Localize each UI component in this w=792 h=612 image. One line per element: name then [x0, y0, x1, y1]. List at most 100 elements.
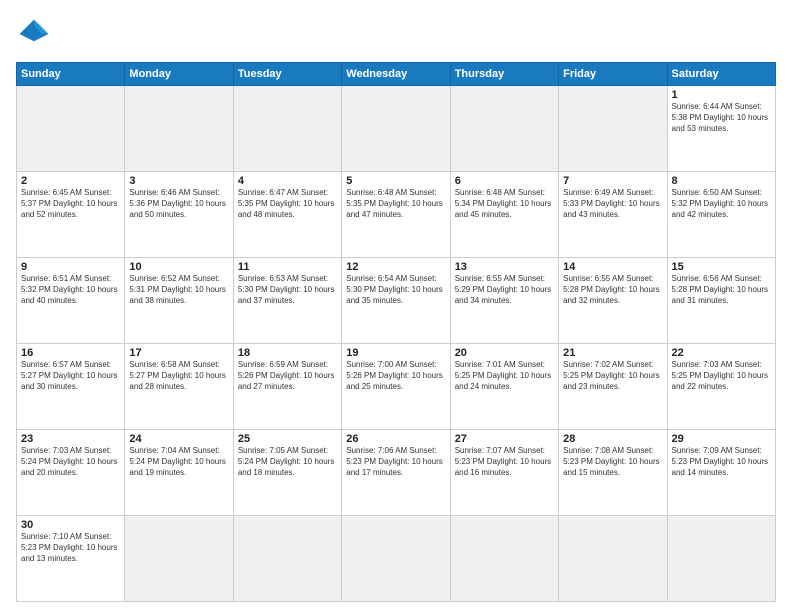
calendar-cell: 6Sunrise: 6:48 AM Sunset: 5:34 PM Daylig…	[450, 172, 558, 258]
calendar-cell	[559, 516, 667, 602]
day-number: 26	[346, 433, 445, 445]
day-info: Sunrise: 7:02 AM Sunset: 5:25 PM Dayligh…	[563, 360, 662, 392]
day-info: Sunrise: 6:48 AM Sunset: 5:34 PM Dayligh…	[455, 188, 554, 220]
logo	[16, 16, 56, 52]
day-info: Sunrise: 6:55 AM Sunset: 5:28 PM Dayligh…	[563, 274, 662, 306]
day-info: Sunrise: 7:00 AM Sunset: 5:26 PM Dayligh…	[346, 360, 445, 392]
calendar-cell	[233, 86, 341, 172]
calendar-cell	[342, 516, 450, 602]
calendar-cell: 15Sunrise: 6:56 AM Sunset: 5:28 PM Dayli…	[667, 258, 775, 344]
day-info: Sunrise: 6:46 AM Sunset: 5:36 PM Dayligh…	[129, 188, 228, 220]
day-number: 4	[238, 175, 337, 187]
day-info: Sunrise: 6:54 AM Sunset: 5:30 PM Dayligh…	[346, 274, 445, 306]
weekday-header-saturday: Saturday	[667, 63, 775, 86]
day-number: 23	[21, 433, 120, 445]
day-number: 12	[346, 261, 445, 273]
calendar-cell: 21Sunrise: 7:02 AM Sunset: 5:25 PM Dayli…	[559, 344, 667, 430]
calendar-cell: 18Sunrise: 6:59 AM Sunset: 5:26 PM Dayli…	[233, 344, 341, 430]
calendar-cell: 5Sunrise: 6:48 AM Sunset: 5:35 PM Daylig…	[342, 172, 450, 258]
day-number: 10	[129, 261, 228, 273]
calendar-cell: 20Sunrise: 7:01 AM Sunset: 5:25 PM Dayli…	[450, 344, 558, 430]
day-info: Sunrise: 6:52 AM Sunset: 5:31 PM Dayligh…	[129, 274, 228, 306]
calendar-cell	[667, 516, 775, 602]
calendar-cell: 3Sunrise: 6:46 AM Sunset: 5:36 PM Daylig…	[125, 172, 233, 258]
day-number: 22	[672, 347, 771, 359]
calendar-cell: 9Sunrise: 6:51 AM Sunset: 5:32 PM Daylig…	[17, 258, 125, 344]
day-info: Sunrise: 7:01 AM Sunset: 5:25 PM Dayligh…	[455, 360, 554, 392]
calendar-cell: 22Sunrise: 7:03 AM Sunset: 5:25 PM Dayli…	[667, 344, 775, 430]
day-info: Sunrise: 7:09 AM Sunset: 5:23 PM Dayligh…	[672, 446, 771, 478]
week-row-5: 23Sunrise: 7:03 AM Sunset: 5:24 PM Dayli…	[17, 430, 776, 516]
calendar-cell: 7Sunrise: 6:49 AM Sunset: 5:33 PM Daylig…	[559, 172, 667, 258]
day-info: Sunrise: 6:48 AM Sunset: 5:35 PM Dayligh…	[346, 188, 445, 220]
day-number: 19	[346, 347, 445, 359]
weekday-header-monday: Monday	[125, 63, 233, 86]
week-row-3: 9Sunrise: 6:51 AM Sunset: 5:32 PM Daylig…	[17, 258, 776, 344]
week-row-4: 16Sunrise: 6:57 AM Sunset: 5:27 PM Dayli…	[17, 344, 776, 430]
day-info: Sunrise: 7:04 AM Sunset: 5:24 PM Dayligh…	[129, 446, 228, 478]
calendar-cell: 2Sunrise: 6:45 AM Sunset: 5:37 PM Daylig…	[17, 172, 125, 258]
day-number: 11	[238, 261, 337, 273]
calendar-cell: 23Sunrise: 7:03 AM Sunset: 5:24 PM Dayli…	[17, 430, 125, 516]
day-info: Sunrise: 6:53 AM Sunset: 5:30 PM Dayligh…	[238, 274, 337, 306]
day-info: Sunrise: 6:57 AM Sunset: 5:27 PM Dayligh…	[21, 360, 120, 392]
day-info: Sunrise: 7:03 AM Sunset: 5:24 PM Dayligh…	[21, 446, 120, 478]
day-info: Sunrise: 6:44 AM Sunset: 5:38 PM Dayligh…	[672, 102, 771, 134]
calendar-cell: 28Sunrise: 7:08 AM Sunset: 5:23 PM Dayli…	[559, 430, 667, 516]
day-info: Sunrise: 7:10 AM Sunset: 5:23 PM Dayligh…	[21, 532, 120, 564]
calendar-cell	[125, 516, 233, 602]
day-info: Sunrise: 6:47 AM Sunset: 5:35 PM Dayligh…	[238, 188, 337, 220]
day-number: 30	[21, 519, 120, 531]
calendar-cell	[233, 516, 341, 602]
calendar-cell	[17, 86, 125, 172]
day-info: Sunrise: 7:08 AM Sunset: 5:23 PM Dayligh…	[563, 446, 662, 478]
header	[16, 16, 776, 52]
day-number: 18	[238, 347, 337, 359]
day-number: 15	[672, 261, 771, 273]
weekday-header-wednesday: Wednesday	[342, 63, 450, 86]
calendar-cell: 1Sunrise: 6:44 AM Sunset: 5:38 PM Daylig…	[667, 86, 775, 172]
day-number: 24	[129, 433, 228, 445]
day-number: 29	[672, 433, 771, 445]
calendar-cell: 11Sunrise: 6:53 AM Sunset: 5:30 PM Dayli…	[233, 258, 341, 344]
calendar-cell	[342, 86, 450, 172]
calendar-cell: 4Sunrise: 6:47 AM Sunset: 5:35 PM Daylig…	[233, 172, 341, 258]
day-number: 6	[455, 175, 554, 187]
day-info: Sunrise: 6:50 AM Sunset: 5:32 PM Dayligh…	[672, 188, 771, 220]
calendar-cell: 29Sunrise: 7:09 AM Sunset: 5:23 PM Dayli…	[667, 430, 775, 516]
day-number: 9	[21, 261, 120, 273]
weekday-header-sunday: Sunday	[17, 63, 125, 86]
calendar-cell: 16Sunrise: 6:57 AM Sunset: 5:27 PM Dayli…	[17, 344, 125, 430]
day-number: 13	[455, 261, 554, 273]
day-info: Sunrise: 7:07 AM Sunset: 5:23 PM Dayligh…	[455, 446, 554, 478]
day-info: Sunrise: 6:49 AM Sunset: 5:33 PM Dayligh…	[563, 188, 662, 220]
day-number: 2	[21, 175, 120, 187]
calendar-cell: 10Sunrise: 6:52 AM Sunset: 5:31 PM Dayli…	[125, 258, 233, 344]
weekday-header-row: SundayMondayTuesdayWednesdayThursdayFrid…	[17, 63, 776, 86]
day-number: 25	[238, 433, 337, 445]
day-number: 3	[129, 175, 228, 187]
day-number: 28	[563, 433, 662, 445]
day-number: 5	[346, 175, 445, 187]
day-info: Sunrise: 7:05 AM Sunset: 5:24 PM Dayligh…	[238, 446, 337, 478]
week-row-1: 1Sunrise: 6:44 AM Sunset: 5:38 PM Daylig…	[17, 86, 776, 172]
day-info: Sunrise: 7:03 AM Sunset: 5:25 PM Dayligh…	[672, 360, 771, 392]
calendar-cell: 13Sunrise: 6:55 AM Sunset: 5:29 PM Dayli…	[450, 258, 558, 344]
day-info: Sunrise: 7:06 AM Sunset: 5:23 PM Dayligh…	[346, 446, 445, 478]
weekday-header-thursday: Thursday	[450, 63, 558, 86]
calendar-cell: 19Sunrise: 7:00 AM Sunset: 5:26 PM Dayli…	[342, 344, 450, 430]
day-number: 20	[455, 347, 554, 359]
calendar-cell: 12Sunrise: 6:54 AM Sunset: 5:30 PM Dayli…	[342, 258, 450, 344]
day-number: 21	[563, 347, 662, 359]
calendar-cell: 30Sunrise: 7:10 AM Sunset: 5:23 PM Dayli…	[17, 516, 125, 602]
calendar-cell: 17Sunrise: 6:58 AM Sunset: 5:27 PM Dayli…	[125, 344, 233, 430]
day-number: 16	[21, 347, 120, 359]
day-number: 17	[129, 347, 228, 359]
day-info: Sunrise: 6:45 AM Sunset: 5:37 PM Dayligh…	[21, 188, 120, 220]
day-number: 14	[563, 261, 662, 273]
calendar-cell: 24Sunrise: 7:04 AM Sunset: 5:24 PM Dayli…	[125, 430, 233, 516]
day-number: 27	[455, 433, 554, 445]
page: SundayMondayTuesdayWednesdayThursdayFrid…	[0, 0, 792, 612]
day-number: 1	[672, 89, 771, 101]
week-row-2: 2Sunrise: 6:45 AM Sunset: 5:37 PM Daylig…	[17, 172, 776, 258]
